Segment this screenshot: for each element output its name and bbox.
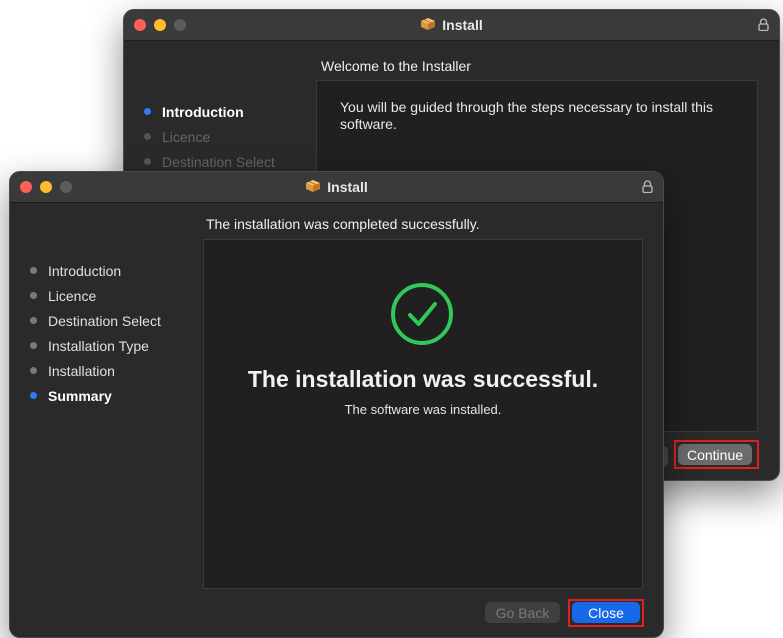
step-indicator — [30, 267, 37, 274]
window-title: Install — [442, 17, 483, 33]
step-indicator — [30, 342, 37, 349]
sidebar-item-licence: Licence — [144, 124, 275, 149]
page-heading: Welcome to the Installer — [321, 58, 471, 74]
page-heading: The installation was completed successfu… — [206, 216, 480, 232]
front-installer-window: Install The installation was completed s… — [9, 171, 664, 638]
step-indicator — [144, 108, 151, 115]
checkmark-circle-icon — [390, 282, 454, 351]
title-bar: Install — [124, 10, 779, 41]
sidebar-item-label: Introduction — [48, 262, 122, 279]
step-indicator — [30, 317, 37, 324]
intro-text: You will be guided through the steps nec… — [340, 99, 714, 132]
step-indicator — [30, 367, 37, 374]
steps-sidebar: Introduction Licence Destination Select … — [30, 258, 161, 408]
step-indicator — [144, 133, 151, 140]
success-subtitle: The software was installed. — [344, 402, 502, 417]
sidebar-item-label: Introduction — [162, 103, 244, 120]
title-bar: Install — [10, 172, 663, 203]
sidebar-item-introduction: Introduction — [30, 258, 161, 283]
sidebar-item-label: Destination Select — [162, 153, 275, 170]
sidebar-item-licence: Licence — [30, 283, 161, 308]
step-indicator — [30, 292, 37, 299]
sidebar-item-introduction: Introduction — [144, 99, 275, 124]
go-back-button[interactable]: Go Back — [485, 602, 560, 623]
sidebar-item-destination-select: Destination Select — [30, 308, 161, 333]
sidebar-item-label: Licence — [48, 287, 97, 304]
step-indicator — [144, 158, 151, 165]
package-icon — [305, 179, 321, 196]
content-pane: The installation was successful. The sof… — [203, 239, 643, 589]
sidebar-item-installation-type: Installation Type — [30, 333, 161, 358]
sidebar-item-label: Installation Type — [48, 337, 149, 354]
lock-icon — [758, 18, 769, 36]
success-title: The installation was successful. — [247, 366, 599, 392]
sidebar-item-installation: Installation — [30, 358, 161, 383]
steps-sidebar: Introduction Licence Destination Select — [144, 99, 275, 174]
package-icon — [420, 17, 436, 34]
step-indicator — [30, 392, 37, 399]
lock-icon — [642, 180, 653, 198]
window-title: Install — [327, 179, 368, 195]
sidebar-item-label: Destination Select — [48, 312, 161, 329]
close-highlight-box — [568, 599, 644, 627]
continue-highlight-box — [674, 440, 759, 469]
sidebar-item-label: Licence — [162, 128, 211, 145]
sidebar-item-label: Summary — [48, 387, 112, 404]
sidebar-item-label: Installation — [48, 362, 115, 379]
sidebar-item-summary: Summary — [30, 383, 161, 408]
